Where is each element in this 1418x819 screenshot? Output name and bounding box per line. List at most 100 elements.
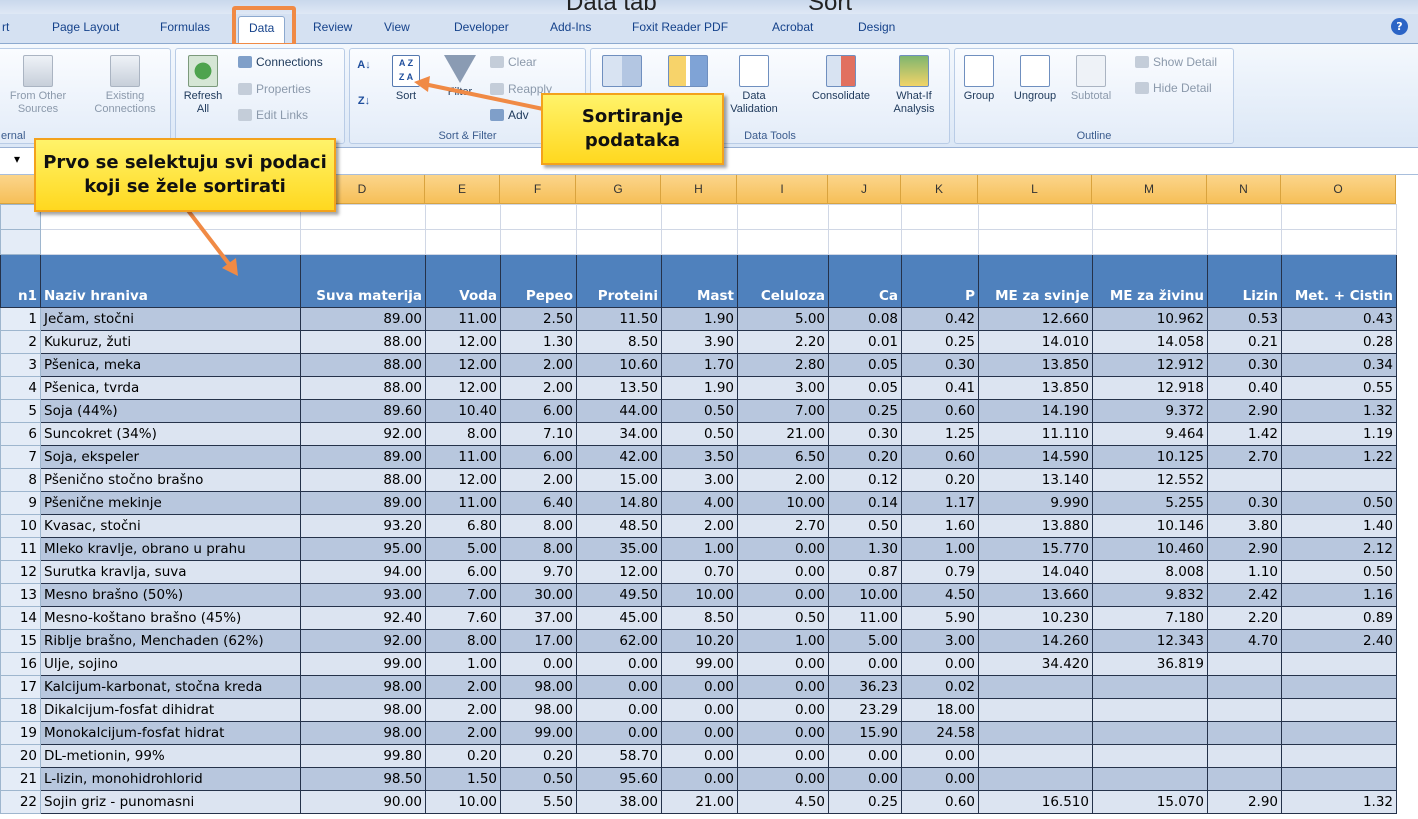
table-cell[interactable]: 0.00 bbox=[737, 721, 829, 745]
tab-add-ins[interactable]: Add-Ins bbox=[550, 20, 591, 34]
table-cell[interactable]: 0.00 bbox=[828, 652, 902, 676]
tab-view[interactable]: View bbox=[384, 20, 410, 34]
table-cell[interactable] bbox=[1092, 204, 1208, 230]
table-cell[interactable]: Surutka kravlja, suva bbox=[40, 560, 301, 584]
table-cell[interactable]: Pšenica, tvrda bbox=[40, 376, 301, 400]
table-cell[interactable]: 0.20 bbox=[828, 445, 902, 469]
table-cell[interactable]: 88.00 bbox=[300, 353, 426, 377]
table-cell[interactable]: 92.00 bbox=[300, 422, 426, 446]
table-cell[interactable]: 88.00 bbox=[300, 376, 426, 400]
table-cell[interactable]: 1.70 bbox=[661, 353, 738, 377]
hide-detail-button[interactable]: Hide Detail bbox=[1135, 81, 1212, 95]
row-number-cell[interactable]: 9 bbox=[0, 491, 41, 515]
table-cell[interactable]: 14.058 bbox=[1092, 330, 1208, 354]
table-cell[interactable]: 37.00 bbox=[500, 606, 577, 630]
table-cell[interactable]: 0.34 bbox=[1281, 353, 1397, 377]
table-cell[interactable] bbox=[978, 767, 1093, 791]
table-cell[interactable]: 1.25 bbox=[901, 422, 979, 446]
table-cell[interactable]: 0.01 bbox=[828, 330, 902, 354]
table-cell[interactable]: 0.43 bbox=[1281, 307, 1397, 331]
table-cell[interactable]: 16.510 bbox=[978, 790, 1093, 814]
table-cell[interactable]: 89.60 bbox=[300, 399, 426, 423]
table-cell[interactable] bbox=[1281, 675, 1397, 699]
table-cell[interactable] bbox=[1281, 721, 1397, 745]
table-cell[interactable] bbox=[1092, 675, 1208, 699]
table-cell[interactable]: 0.25 bbox=[828, 790, 902, 814]
table-cell[interactable]: 30.00 bbox=[500, 583, 577, 607]
table-cell[interactable]: 2.00 bbox=[661, 514, 738, 538]
remove-duplicates-button[interactable] bbox=[663, 55, 713, 90]
table-cell[interactable]: Sojin griz - punomasni bbox=[40, 790, 301, 814]
table-cell[interactable]: 3.80 bbox=[1207, 514, 1282, 538]
table-cell[interactable]: 48.50 bbox=[576, 514, 662, 538]
table-cell[interactable]: 98.00 bbox=[300, 698, 426, 722]
table-cell[interactable]: 99.00 bbox=[300, 652, 426, 676]
row-number-cell[interactable]: 19 bbox=[0, 721, 41, 745]
table-cell[interactable]: 7.180 bbox=[1092, 606, 1208, 630]
table-cell[interactable]: 11.00 bbox=[425, 307, 501, 331]
table-cell[interactable]: 34.420 bbox=[978, 652, 1093, 676]
table-cell[interactable]: 14.010 bbox=[978, 330, 1093, 354]
table-cell[interactable]: 9.464 bbox=[1092, 422, 1208, 446]
group-button[interactable]: Group bbox=[959, 55, 999, 103]
table-cell[interactable]: 21.00 bbox=[737, 422, 829, 446]
worksheet-grid[interactable]: n1 Naziv hraniva Suva materija Voda Pepeo Pro… bbox=[0, 204, 1418, 819]
row-number-cell[interactable]: 11 bbox=[0, 537, 41, 561]
table-cell[interactable]: 2.50 bbox=[500, 307, 577, 331]
table-cell[interactable]: Kvasac, stočni bbox=[40, 514, 301, 538]
table-cell[interactable]: 6.50 bbox=[737, 445, 829, 469]
table-cell[interactable]: 0.21 bbox=[1207, 330, 1282, 354]
table-cell[interactable]: 6.00 bbox=[500, 445, 577, 469]
table-cell[interactable]: 4.00 bbox=[661, 491, 738, 515]
table-cell[interactable]: 12.00 bbox=[425, 353, 501, 377]
tab-developer[interactable]: Developer bbox=[454, 20, 509, 34]
table-cell[interactable] bbox=[1281, 229, 1397, 255]
table-cell[interactable]: Soja, ekspeler bbox=[40, 445, 301, 469]
column-header-l[interactable]: L bbox=[978, 175, 1092, 204]
table-cell[interactable]: 6.00 bbox=[425, 560, 501, 584]
table-cell[interactable] bbox=[1207, 675, 1282, 699]
ungroup-button[interactable]: Ungroup bbox=[1007, 55, 1063, 103]
table-cell[interactable]: 15.770 bbox=[978, 537, 1093, 561]
table-cell[interactable]: 21.00 bbox=[661, 790, 738, 814]
table-cell[interactable] bbox=[1092, 721, 1208, 745]
properties-button[interactable]: Properties bbox=[238, 82, 311, 96]
table-cell[interactable]: 36.23 bbox=[828, 675, 902, 699]
table-cell[interactable]: Pšenica, meka bbox=[40, 353, 301, 377]
table-cell[interactable]: ME za svinje bbox=[978, 254, 1093, 308]
table-cell[interactable] bbox=[901, 204, 979, 230]
table-cell[interactable]: 8.00 bbox=[425, 629, 501, 653]
table-cell[interactable] bbox=[661, 229, 738, 255]
table-cell[interactable] bbox=[737, 229, 829, 255]
table-cell[interactable]: 98.00 bbox=[300, 675, 426, 699]
row-number-cell[interactable]: 14 bbox=[0, 606, 41, 630]
column-header-m[interactable]: M bbox=[1092, 175, 1207, 204]
table-cell[interactable]: 0.00 bbox=[661, 698, 738, 722]
table-cell[interactable]: Monokalcijum-fosfat hidrat bbox=[40, 721, 301, 745]
table-cell[interactable]: 0.50 bbox=[737, 606, 829, 630]
table-cell[interactable]: 3.50 bbox=[661, 445, 738, 469]
table-cell[interactable]: 0.40 bbox=[1207, 376, 1282, 400]
table-cell[interactable]: 2.20 bbox=[1207, 606, 1282, 630]
table-cell[interactable]: 10.460 bbox=[1092, 537, 1208, 561]
table-cell[interactable]: 0.00 bbox=[500, 652, 577, 676]
table-cell[interactable]: 1.32 bbox=[1281, 790, 1397, 814]
table-cell[interactable]: 2.00 bbox=[425, 721, 501, 745]
table-cell[interactable]: 11.00 bbox=[828, 606, 902, 630]
table-cell[interactable]: 10.60 bbox=[576, 353, 662, 377]
table-cell[interactable]: 13.50 bbox=[576, 376, 662, 400]
table-cell[interactable]: 10.00 bbox=[425, 790, 501, 814]
column-header-f[interactable]: F bbox=[500, 175, 576, 204]
table-cell[interactable]: 0.30 bbox=[1207, 491, 1282, 515]
table-cell[interactable]: 0.89 bbox=[1281, 606, 1397, 630]
table-cell[interactable]: 12.918 bbox=[1092, 376, 1208, 400]
row-number-cell[interactable]: 20 bbox=[0, 744, 41, 768]
table-cell[interactable]: 92.00 bbox=[300, 629, 426, 653]
table-cell[interactable]: L-lizin, monohidrohlorid bbox=[40, 767, 301, 791]
table-cell[interactable]: 94.00 bbox=[300, 560, 426, 584]
table-cell[interactable]: 0.05 bbox=[828, 376, 902, 400]
table-cell[interactable]: Suncokret (34%) bbox=[40, 422, 301, 446]
table-cell[interactable] bbox=[1207, 229, 1282, 255]
table-cell[interactable]: Riblje brašno, Menchaden (62%) bbox=[40, 629, 301, 653]
table-cell[interactable]: 6.80 bbox=[425, 514, 501, 538]
